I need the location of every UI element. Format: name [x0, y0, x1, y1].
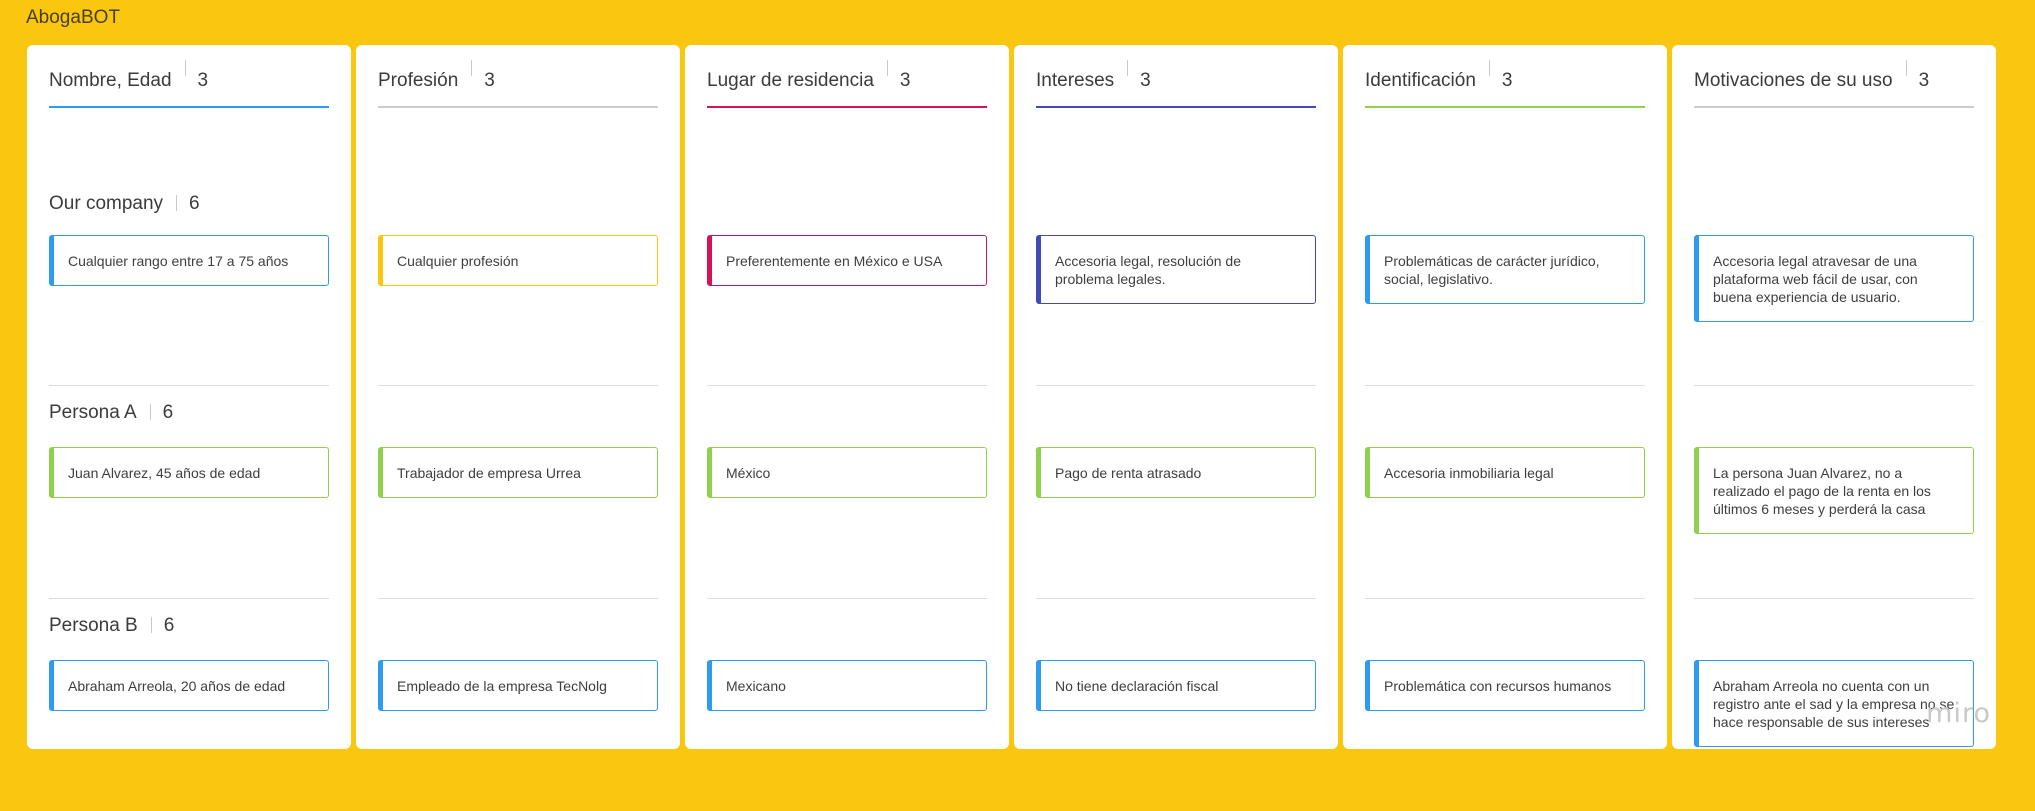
card[interactable]: Preferentemente en México e USA [707, 235, 987, 286]
card[interactable]: Empleado de la empresa TecNolg [378, 660, 658, 711]
swimlane-row: Accesoria legal, resolución de problema … [1036, 108, 1316, 385]
column-header[interactable]: Motivaciones de su uso 3 [1694, 45, 1974, 108]
row-count: 6 [162, 402, 174, 423]
column-header[interactable]: Nombre, Edad 3 [49, 45, 329, 108]
card-text: La persona Juan Alvarez, no a realizado … [1713, 465, 1931, 517]
column-lugar-de-residencia[interactable]: Lugar de residencia 3 Preferentemente en… [685, 45, 1009, 749]
card-text: Pago de renta atrasado [1055, 465, 1202, 481]
card-text: Juan Alvarez, 45 años de edad [68, 465, 261, 481]
card[interactable]: No tiene declaración fiscal [1036, 660, 1316, 711]
card[interactable]: Accesoria inmobiliaria legal [1365, 447, 1645, 498]
row-label: Persona B 6 [49, 615, 174, 637]
swimlane-row: Problemática con recursos humanos [1365, 598, 1645, 811]
board-title: AbogaBOT [26, 7, 120, 28]
header-divider [184, 59, 186, 76]
card-text: Cualquier profesión [397, 253, 519, 269]
row-label-text: Persona B [49, 615, 138, 636]
row-label: Persona A 6 [49, 402, 173, 424]
card-text: Problemática con recursos humanos [1384, 678, 1612, 694]
card-text: Preferentemente en México e USA [726, 253, 943, 269]
column-count: 3 [1501, 70, 1513, 91]
column-header[interactable]: Lugar de residencia 3 [707, 45, 987, 108]
column-count: 3 [197, 70, 209, 91]
row-divider [150, 617, 152, 633]
column-title: Lugar de residencia [707, 70, 874, 91]
row-count: 6 [163, 615, 175, 636]
card-text: No tiene declaración fiscal [1055, 678, 1219, 694]
card[interactable]: Problemáticas de carácter jurídico, soci… [1365, 235, 1645, 304]
row-divider [149, 404, 151, 420]
swimlane-row: Trabajador de empresa Urrea [378, 385, 658, 598]
card[interactable]: Abraham Arreola, 20 años de edad [49, 660, 329, 711]
column-title: Intereses [1036, 70, 1115, 91]
card-text: Accesoria legal atravesar de una platafo… [1713, 253, 1918, 305]
miro-watermark: miro [1926, 698, 1991, 729]
card-text: Accesoria inmobiliaria legal [1384, 465, 1554, 481]
header-divider [1127, 59, 1129, 76]
card-text: Trabajador de empresa Urrea [397, 465, 581, 481]
card[interactable]: Mexicano [707, 660, 987, 711]
swimlane-row: Accesoria inmobiliaria legal [1365, 385, 1645, 598]
column-header[interactable]: Intereses 3 [1036, 45, 1316, 108]
swimlane-row: La persona Juan Alvarez, no a realizado … [1694, 385, 1974, 598]
header-divider [471, 59, 473, 76]
card[interactable]: México [707, 447, 987, 498]
kanban-board: Nombre, Edad 3 Our company 6 Cualquier r… [27, 45, 1996, 749]
header-divider [886, 59, 888, 76]
card-text: Empleado de la empresa TecNolg [397, 678, 607, 694]
card[interactable]: La persona Juan Alvarez, no a realizado … [1694, 447, 1974, 534]
row-label-text: Our company [49, 193, 164, 214]
column-header[interactable]: Profesión 3 [378, 45, 658, 108]
swimlane-row: Persona B 6 Abraham Arreola, 20 años de … [49, 598, 329, 811]
swimlane-row: México [707, 385, 987, 598]
card-text: México [726, 465, 771, 481]
swimlane-row: Preferentemente en México e USA [707, 108, 987, 385]
swimlane-row: No tiene declaración fiscal [1036, 598, 1316, 811]
swimlane-row: Our company 6 Cualquier rango entre 17 a… [49, 108, 329, 385]
swimlane-row: Cualquier profesión [378, 108, 658, 385]
row-label-text: Persona A [49, 402, 137, 423]
card-text: Accesoria legal, resolución de problema … [1055, 253, 1241, 287]
column-title: Identificación [1365, 70, 1476, 91]
column-count: 3 [1140, 70, 1151, 91]
swimlane-row: Mexicano [707, 598, 987, 811]
card-text: Abraham Arreola no cuenta con un registr… [1713, 678, 1955, 730]
column-header[interactable]: Identificación 3 [1365, 45, 1645, 108]
swimlane-row: Empleado de la empresa TecNolg [378, 598, 658, 811]
card[interactable]: Trabajador de empresa Urrea [378, 447, 658, 498]
card[interactable]: Pago de renta atrasado [1036, 447, 1316, 498]
column-motivaciones[interactable]: Motivaciones de su uso 3 Accesoria legal… [1672, 45, 1996, 749]
swimlane-row: Problemáticas de carácter jurídico, soci… [1365, 108, 1645, 385]
column-count: 3 [899, 70, 911, 91]
column-intereses[interactable]: Intereses 3 Accesoria legal, resolución … [1014, 45, 1338, 749]
card-text: Problemáticas de carácter jurídico, soci… [1384, 253, 1600, 287]
row-count: 6 [189, 193, 200, 214]
card[interactable]: Accesoria legal, resolución de problema … [1036, 235, 1316, 304]
column-identificacion[interactable]: Identificación 3 Problemáticas de caráct… [1343, 45, 1667, 749]
column-count: 3 [1918, 70, 1930, 91]
column-profesion[interactable]: Profesión 3 Cualquier profesión Trabajad… [356, 45, 680, 749]
card-text: Cualquier rango entre 17 a 75 años [68, 253, 289, 269]
column-title: Nombre, Edad [49, 70, 172, 91]
card[interactable]: Cualquier profesión [378, 235, 658, 286]
card[interactable]: Cualquier rango entre 17 a 75 años [49, 235, 329, 286]
column-title: Motivaciones de su uso [1694, 70, 1893, 91]
card-text: Mexicano [726, 678, 786, 694]
header-divider [1488, 59, 1490, 76]
card-text: Abraham Arreola, 20 años de edad [68, 678, 286, 694]
swimlane-row: Pago de renta atrasado [1036, 385, 1316, 598]
swimlane-row: Persona A 6 Juan Alvarez, 45 años de eda… [49, 385, 329, 598]
card[interactable]: Juan Alvarez, 45 años de edad [49, 447, 329, 498]
column-nombre-edad[interactable]: Nombre, Edad 3 Our company 6 Cualquier r… [27, 45, 351, 749]
column-count: 3 [484, 70, 495, 91]
card[interactable]: Problemática con recursos humanos [1365, 660, 1645, 711]
row-divider [176, 195, 178, 211]
row-label: Our company 6 [49, 193, 200, 215]
column-title: Profesión [378, 70, 459, 91]
header-divider [1905, 59, 1907, 76]
card[interactable]: Accesoria legal atravesar de una platafo… [1694, 235, 1974, 322]
swimlane-row: Accesoria legal atravesar de una platafo… [1694, 108, 1974, 385]
